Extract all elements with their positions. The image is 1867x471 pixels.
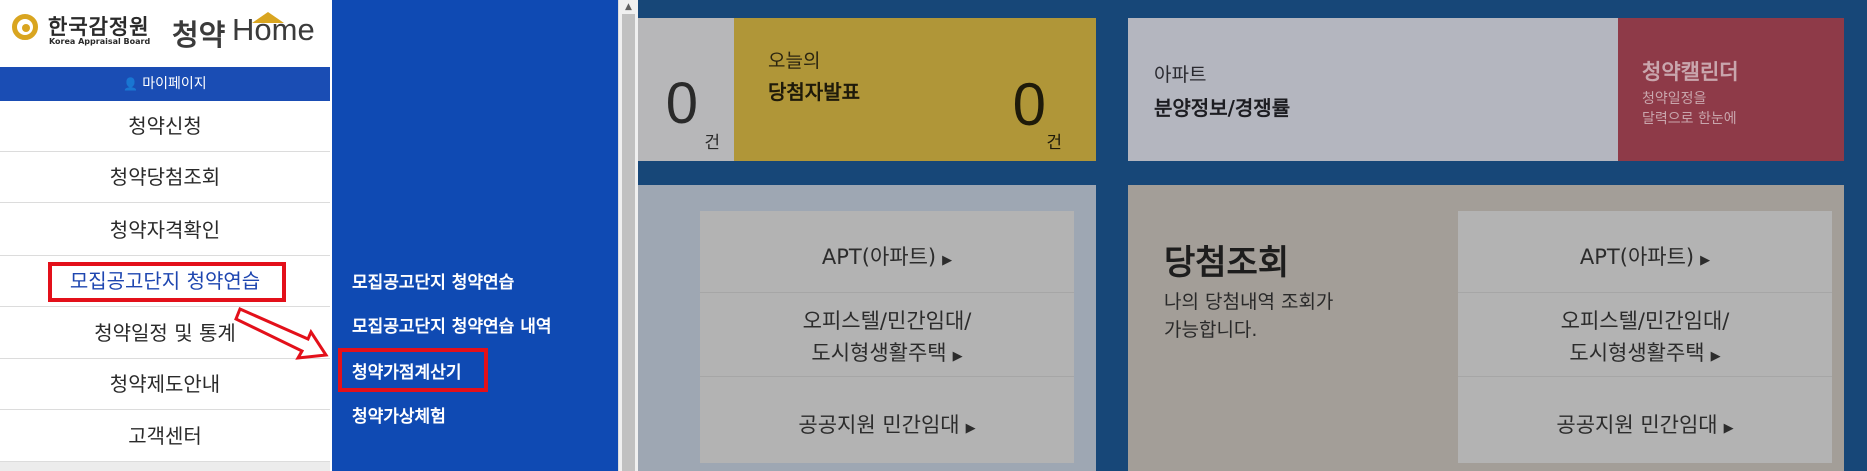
submenu-item-virtual-experience[interactable]: 청약가상체험 [352,402,446,427]
winner-lookup-panel: 당첨조회 나의 당첨내역 조회가 가능합니다. APT(아파트) ▶ 오피스텔/민… [1128,185,1844,471]
highlight-box [48,262,286,302]
count-card[interactable]: 0 건 [638,18,734,161]
person-icon: 👤 [123,77,139,91]
scrollbar-thumb[interactable] [622,14,635,471]
menu-item-customer-center[interactable]: 고객센터 [0,411,330,462]
calendar-card-desc-2: 달력으로 한눈에 [1642,111,1737,127]
mypage-label: 마이페이지 [142,76,207,92]
logo-org-name-en: Korea Appraisal Board [49,37,151,46]
winner-card-title: 당첨자발표 [768,80,860,104]
winner-announcement-card[interactable]: 오늘의 당첨자발표 0 건 [734,18,1096,161]
calendar-card[interactable]: 청약캘린더 청약일정을 달력으로 한눈에 [1618,18,1844,161]
submenu-item-practice[interactable]: 모집공고단지 청약연습 [352,268,514,293]
caret-right-icon: ▶ [942,253,953,268]
screen: 0 건 오늘의 당첨자발표 0 건 아파트 분양정보/경쟁률 청약캘린더 청약일… [0,0,1867,471]
side-nav: 한국감정원 Korea Appraisal Board 청약 Home 👤 마이페… [0,0,332,471]
apt-card-label: 아파트 [1154,64,1207,86]
mypage-button[interactable]: 👤 마이페이지 [0,67,330,101]
caret-right-icon: ▶ [952,349,963,364]
arrow-icon [234,307,329,360]
count-unit: 건 [704,133,720,153]
winner-lookup-desc-2: 가능합니다. [1164,319,1258,341]
apt-card-title: 분양정보/경쟁률 [1154,96,1291,120]
house-roof-icon [252,12,284,23]
caret-right-icon: ▶ [1700,253,1711,268]
apply-panel: APT(아파트) ▶ 오피스텔/민간임대/도시형생활주택 ▶ 공공지원 민간임대 ▶ [638,185,1096,471]
apply-officetel-option[interactable]: 오피스텔/민간임대/도시형생활주택 ▶ [700,293,1074,377]
winner-card-label: 오늘의 [768,50,821,72]
caret-right-icon: ▶ [965,421,976,436]
nav-bottom-strip [0,462,330,471]
menu-item-eligibility[interactable]: 청약자격확인 [0,205,330,256]
lookup-public-rental-option[interactable]: 공공지원 민간임대 ▶ [1458,377,1832,463]
apply-public-rental-option[interactable]: 공공지원 민간임대 ▶ [700,377,1074,463]
kab-emblem-icon [12,14,38,40]
calendar-card-desc-1: 청약일정을 [1642,91,1707,107]
caret-right-icon: ▶ [1723,421,1734,436]
submenu-item-practice-history[interactable]: 모집공고단지 청약연습 내역 [352,312,552,337]
winner-count-value: 0 [1012,71,1046,138]
winner-lookup-desc-1: 나의 당첨내역 조회가 [1164,291,1334,313]
apply-apt-option[interactable]: APT(아파트) ▶ [700,211,1074,293]
winner-count-unit: 건 [1046,133,1062,153]
menu-item-apply[interactable]: 청약신청 [0,101,330,152]
logo-brand-kr: 청약 [172,18,226,52]
highlight-box [338,348,488,392]
calendar-card-title: 청약캘린더 [1642,60,1739,84]
lookup-officetel-option[interactable]: 오피스텔/민간임대/도시형생활주택 ▶ [1458,293,1832,377]
caret-right-icon: ▶ [1710,349,1721,364]
menu-item-winner-lookup[interactable]: 청약당첨조회 [0,152,330,203]
vertical-scrollbar[interactable]: ▲ [618,0,638,471]
menu-item-system-guide[interactable]: 청약제도안내 [0,359,330,410]
practice-submenu: 모집공고단지 청약연습 모집공고단지 청약연습 내역 청약가점계산기 청약가상체… [332,0,618,471]
apply-options: APT(아파트) ▶ 오피스텔/민간임대/도시형생활주택 ▶ 공공지원 민간임대 ▶ [700,211,1074,463]
apt-info-card[interactable]: 아파트 분양정보/경쟁률 [1128,18,1618,161]
winner-lookup-options: APT(아파트) ▶ 오피스텔/민간임대/도시형생활주택 ▶ 공공지원 민간임대 ▶ [1458,211,1832,463]
count-value: 0 [665,71,698,136]
winner-lookup-title: 당첨조회 [1164,243,1290,283]
logo[interactable]: 한국감정원 Korea Appraisal Board 청약 Home [0,0,332,66]
lookup-apt-option[interactable]: APT(아파트) ▶ [1458,211,1832,293]
scroll-up-arrow-icon[interactable]: ▲ [619,0,638,14]
background-page: 0 건 오늘의 당첨자발표 0 건 아파트 분양정보/경쟁률 청약캘린더 청약일… [638,0,1867,471]
